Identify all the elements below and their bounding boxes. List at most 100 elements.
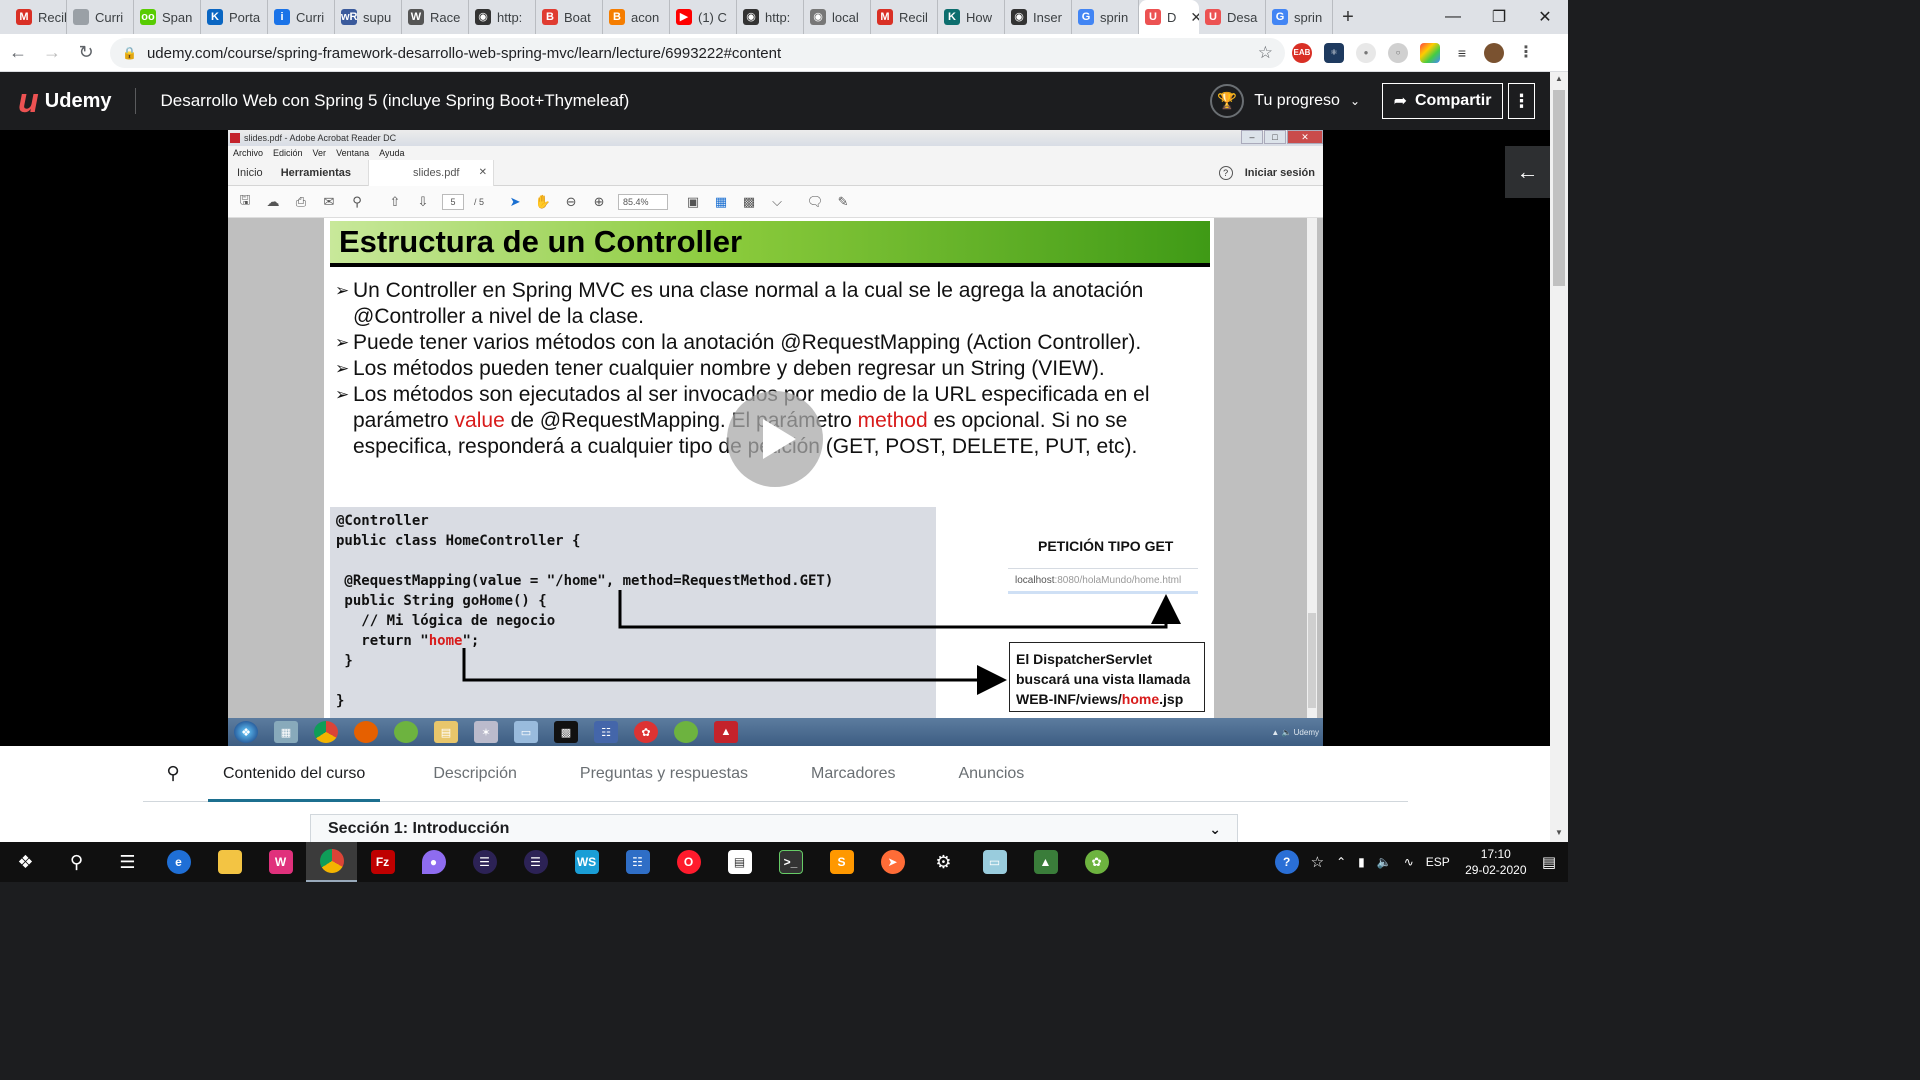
scroll-down-icon[interactable]: ▼ [1550,828,1568,837]
network-app-icon[interactable]: ☷ [612,842,663,882]
volume-icon[interactable]: 🔈 [1377,855,1392,869]
extension-icon[interactable]: ● [1356,43,1376,63]
new-tab-button[interactable]: + [1333,6,1363,29]
close-tab-icon[interactable]: ✕ [1190,9,1199,26]
image-app-icon[interactable]: ▲ [1020,842,1071,882]
browser-tab[interactable]: B Boat [536,0,603,34]
colorpicker-extension-icon[interactable] [1420,43,1440,63]
document-icon[interactable]: ▤ [714,842,765,882]
react-devtools-extension-icon[interactable]: ⚛ [1324,43,1344,63]
notification-icon[interactable]: ▤ [1542,853,1556,871]
upload-cloud-icon: ☁ [266,193,280,209]
eclipse-icon[interactable]: ☰ [459,842,510,882]
adblock-extension-icon[interactable]: EAB [1292,43,1312,63]
page-scrollbar[interactable]: ▲ ▼ [1550,72,1568,842]
browser-tab[interactable]: oo Span [134,0,201,34]
progress-dropdown[interactable]: 🏆 Tu progreso ⌄ [1210,84,1360,118]
tab-description[interactable]: Descripción [433,746,517,802]
browser-tab[interactable]: ◉ Inser [1005,0,1072,34]
section-header[interactable]: Sección 1: Introducción ⌄ [310,814,1238,844]
browser-tab[interactable]: Bacon [603,0,670,34]
extension-icon[interactable]: ○ [1388,43,1408,63]
page-scroll-thumb[interactable] [1553,90,1565,286]
clock-date: 29-02-2020 [1465,863,1527,877]
share-button[interactable]: ➦ Compartir [1382,83,1503,119]
help-icon[interactable]: ? [1274,850,1299,874]
minimize-icon[interactable]: — [1430,0,1476,34]
more-options-button[interactable]: ⋮ [1508,83,1535,119]
close-icon[interactable]: ✕ [1522,0,1568,34]
browser-tab[interactable]: Gsprin [1266,0,1333,34]
udemy-logo[interactable]: u Udemy [18,84,111,118]
terminal-icon[interactable]: >_ [765,842,816,882]
browser-tab[interactable]: M Recil [0,0,67,34]
eclipse-icon[interactable]: ☰ [510,842,561,882]
play-button[interactable] [727,391,823,487]
show-hidden-icons[interactable]: ⌃ [1336,855,1346,869]
people-icon[interactable]: ☆ [1311,853,1324,871]
search-icon[interactable]: ⚲ [143,763,203,784]
chrome-icon[interactable] [306,842,357,882]
browser-tab[interactable]: ◉ http: [469,0,536,34]
desktop-icon: ▦ [274,721,298,743]
reload-button[interactable]: ↻ [70,37,102,69]
wifi-icon[interactable]: ∿ [1404,855,1414,869]
fit-page-icon: ▣ [686,193,700,209]
postman-icon[interactable]: ➤ [867,842,918,882]
scroll-up-icon[interactable]: ▲ [1550,74,1568,83]
browser-tab[interactable]: Curri [67,0,134,34]
tab-announcements[interactable]: Anuncios [958,746,1024,802]
browser-tab[interactable]: U D ✕ [1139,0,1199,34]
browser-tab[interactable]: ◉ local [804,0,871,34]
browser-tab[interactable]: U Desa [1199,0,1266,34]
address-bar[interactable]: 🔒 udemy.com/course/spring-framework-desa… [110,38,1285,68]
acrobat-signin: Iniciar sesión [1244,166,1315,179]
media-controls-icon[interactable]: ≡ [1452,43,1472,63]
open-sidebar-button[interactable]: ← [1505,146,1550,198]
forward-button[interactable]: → [36,37,68,69]
tab-bookmarks[interactable]: Marcadores [811,746,895,802]
windows-start-icon[interactable]: ❖ [0,842,51,882]
share-button-label: Compartir [1414,92,1492,109]
browser-tab[interactable]: M Recil [871,0,938,34]
spring-tool-icon[interactable]: ✿ [1071,842,1122,882]
restore-icon[interactable]: ❐ [1476,0,1522,34]
course-title[interactable]: Desarrollo Web con Spring 5 (incluye Spr… [160,91,629,111]
balloon-app-icon[interactable]: ● [408,842,459,882]
browser-tab[interactable]: W Race [402,0,469,34]
recorded-windows-taskbar: ❖ ▦ ▤ ✶ ▭ ▩ ☷ ✿ ▲ ▲ 🔈 Udemy [228,718,1323,746]
browser-tab[interactable]: ◉ http: [737,0,804,34]
clock[interactable]: 17:10 29-02-2020 [1462,846,1530,878]
tab-qa[interactable]: Preguntas y respuestas [580,746,748,802]
browser-tab[interactable]: i Curri [268,0,335,34]
browser-tab[interactable]: K How [938,0,1005,34]
browser-tab[interactable]: ▶ (1) C [670,0,737,34]
maximize-icon: □ [1264,130,1286,144]
app-icon[interactable]: ▭ [969,842,1020,882]
chrome-menu-icon[interactable]: ⋮ [1516,43,1536,63]
webstorm-icon[interactable]: W [255,842,306,882]
profile-avatar[interactable] [1484,43,1504,63]
search-icon[interactable]: ⚲ [51,842,102,882]
file-explorer-icon[interactable] [204,842,255,882]
chevron-down-icon: ⌄ [1209,820,1221,837]
settings-gear-icon[interactable]: ⚙ [918,842,969,882]
webstorm-ws-icon[interactable]: WS [561,842,612,882]
acrobat-scrollbar [1307,218,1317,718]
opera-icon[interactable]: O [663,842,714,882]
browser-tab[interactable]: K Porta [201,0,268,34]
browser-tab-strip: M Recil Curri oo Span K Porta i Curri wR supu W Race… [0,0,1568,34]
back-button[interactable]: ← [2,37,34,69]
tab-course-content[interactable]: Contenido del curso [207,746,381,802]
browser-tab[interactable]: wR supu [335,0,402,34]
sublime-text-icon[interactable]: S [816,842,867,882]
wikipedia-icon: W [408,9,424,25]
battery-icon[interactable]: ▮ [1358,855,1365,869]
edge-icon[interactable]: e [153,842,204,882]
browser-tab[interactable]: Gsprin [1072,0,1139,34]
language-indicator[interactable]: ESP [1426,855,1450,869]
task-view-icon[interactable]: ☰ [102,842,153,882]
filezilla-icon[interactable]: Fz [357,842,408,882]
zoom-out-icon: ⊖ [565,193,577,209]
bookmark-star-icon[interactable]: ☆ [1258,43,1273,63]
